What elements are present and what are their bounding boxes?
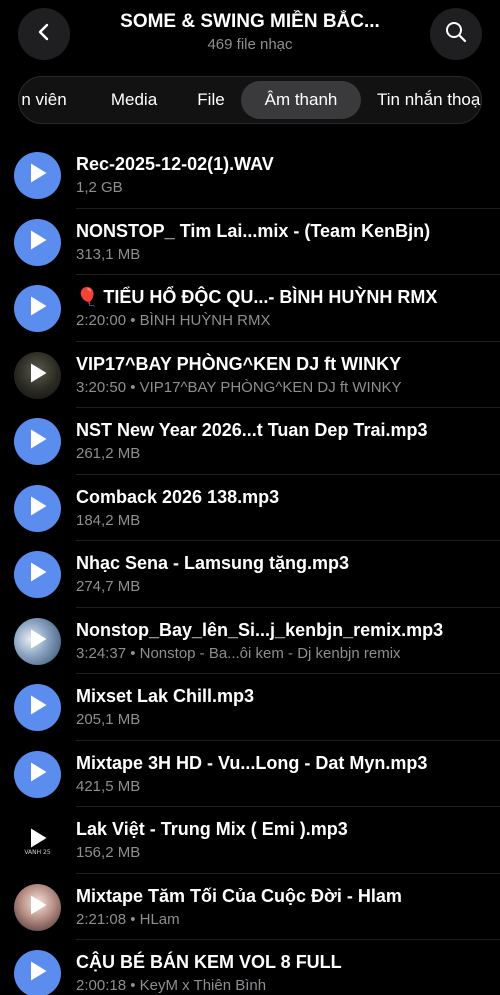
file-info: Rec-2025-12-02(1).WAV 1,2 GB	[76, 152, 490, 198]
list-item[interactable]: Nonstop_Bay_lên_Si...j_kenbjn_remix.mp3 3…	[0, 608, 500, 674]
play-icon	[28, 229, 48, 256]
chevron-left-icon	[34, 22, 54, 47]
file-title: Nonstop_Bay_lên_Si...j_kenbjn_remix.mp3	[76, 619, 444, 640]
play-button[interactable]: VANH 25	[14, 817, 61, 864]
file-info: Comback 2026 138.mp3 184,2 MB	[76, 485, 490, 531]
file-subtitle: 156,2 MB	[76, 844, 141, 861]
list-item[interactable]: Mixtape Tăm Tối Của Cuộc Đời - Hlam 2:21:…	[0, 874, 500, 940]
file-title: Mixset Lak Chill.mp3	[76, 686, 255, 706]
file-title: Mixtape 3H HD - Vu...Long - Dat Myn.mp3	[76, 752, 428, 773]
play-icon	[28, 827, 48, 854]
play-button[interactable]	[14, 750, 61, 798]
play-button[interactable]	[14, 351, 61, 399]
file-subtitle: 3:20:50 • VIP17^BAY PHÒNG^KEN DJ ft WINK…	[76, 378, 402, 396]
file-info: CẬU BÉ BÁN KEM VOL 8 FULL 2:00:18 • KeyM …	[76, 950, 490, 995]
file-info: Nhạc Sena - Lamsung tặng.mp3 274,7 MB	[76, 551, 490, 597]
play-button[interactable]	[14, 285, 61, 332]
tab-media[interactable]: Media	[97, 81, 171, 119]
list-item[interactable]: Comback 2026 138.mp3 184,2 MB	[0, 475, 500, 541]
play-icon	[28, 561, 48, 588]
play-button[interactable]	[14, 484, 61, 532]
file-info: Mixtape 3H HD - Vu...Long - Dat Myn.mp3 4…	[76, 751, 490, 797]
play-button[interactable]	[14, 152, 61, 199]
list-item[interactable]: 🎈 TIỂU HỔ ĐỘC QU...- BÌNH HUỲNH RMX 2:20:…	[0, 275, 500, 342]
file-title: Comback 2026 138.mp3	[76, 486, 280, 507]
list-item[interactable]: VIP17^BAY PHÒNG^KEN DJ ft WINKY 3:20:50 •…	[0, 342, 500, 408]
file-info: NST New Year 2026...t Tuan Dep Trai.mp3 2…	[76, 418, 490, 464]
file-info: VIP17^BAY PHÒNG^KEN DJ ft WINKY 3:20:50 •…	[76, 352, 490, 398]
play-button[interactable]	[14, 617, 61, 665]
file-count: 469 file nhạc	[207, 36, 293, 53]
file-info: Nonstop_Bay_lên_Si...j_kenbjn_remix.mp3 3…	[76, 618, 490, 664]
title-block: SOME & SWING MIỀN BẮC... 469 file nhạc	[90, 10, 410, 55]
tab-members[interactable]: n viên	[19, 81, 75, 119]
file-subtitle: 184,2 MB	[76, 511, 141, 529]
play-icon	[28, 628, 48, 655]
tab-audio[interactable]: Âm thanh	[241, 81, 361, 119]
list-item[interactable]: Mixtape 3H HD - Vu...Long - Dat Myn.mp3 4…	[0, 741, 500, 807]
search-button[interactable]	[430, 8, 482, 60]
list-item[interactable]: CẬU BÉ BÁN KEM VOL 8 FULL 2:00:18 • KeyM …	[0, 940, 500, 995]
list-item[interactable]: Mixset Lak Chill.mp3 205,1 MB	[0, 674, 500, 741]
play-icon	[28, 694, 48, 721]
file-title: 🎈 TIỂU HỔ ĐỘC QU...- BÌNH HUỲNH RMX	[76, 287, 438, 307]
file-info: Lak Việt - Trung Mix ( Emi ).mp3 156,2 MB	[76, 817, 490, 863]
play-icon	[28, 894, 48, 921]
play-button[interactable]	[14, 684, 61, 731]
list-item[interactable]: VANH 25 Lak Việt - Trung Mix ( Emi ).mp3 1…	[0, 807, 500, 874]
file-subtitle: 2:20:00 • BÌNH HUỲNH RMX	[76, 312, 271, 329]
file-subtitle: 421,5 MB	[76, 777, 141, 795]
file-info: Mixtape Tăm Tối Của Cuộc Đời - Hlam 2:21:…	[76, 884, 490, 930]
file-subtitle: 3:24:37 • Nonstop - Ba...ôi kem - Dj ken…	[76, 644, 401, 662]
file-subtitle: 261,2 MB	[76, 445, 141, 462]
list-item[interactable]: NONSTOP_ Tim Lai...mix - (Team KenBjn) 31…	[0, 209, 500, 275]
file-title: Rec-2025-12-02(1).WAV	[76, 154, 274, 174]
file-subtitle: 313,1 MB	[76, 245, 141, 263]
play-button[interactable]	[14, 883, 61, 931]
file-info: 🎈 TIỂU HỔ ĐỘC QU...- BÌNH HUỲNH RMX 2:20:…	[76, 285, 490, 331]
play-icon	[28, 162, 48, 189]
tab-file[interactable]: File	[187, 81, 235, 119]
play-icon	[28, 428, 48, 455]
file-info: NONSTOP_ Tim Lai...mix - (Team KenBjn) 31…	[76, 219, 490, 265]
file-title: Lak Việt - Trung Mix ( Emi ).mp3	[76, 819, 348, 839]
play-icon	[28, 761, 48, 788]
header: SOME & SWING MIỀN BẮC... 469 file nhạc	[0, 0, 500, 70]
file-title: NONSTOP_ Tim Lai...mix - (Team KenBjn)	[76, 220, 431, 241]
audio-file-list: Rec-2025-12-02(1).WAV 1,2 GB NONSTOP_ Tim …	[0, 142, 500, 995]
tab-voice-messages[interactable]: Tin nhắn thoạ	[377, 81, 481, 119]
list-item[interactable]: Rec-2025-12-02(1).WAV 1,2 GB	[0, 142, 500, 209]
file-title: Nhạc Sena - Lamsung tặng.mp3	[76, 553, 350, 573]
play-icon	[28, 295, 48, 322]
play-button[interactable]	[14, 551, 61, 598]
play-icon	[28, 362, 48, 389]
list-item[interactable]: NST New Year 2026...t Tuan Dep Trai.mp3 2…	[0, 408, 500, 475]
file-subtitle: 205,1 MB	[76, 711, 141, 728]
file-title: VIP17^BAY PHÒNG^KEN DJ ft WINKY	[76, 353, 402, 374]
play-button[interactable]	[14, 218, 61, 266]
play-button[interactable]	[14, 418, 61, 465]
play-button[interactable]	[14, 950, 61, 995]
file-subtitle: 1,2 GB	[76, 179, 123, 196]
play-icon	[28, 960, 48, 987]
tab-bar: n viên Media File Âm thanh Tin nhắn thoạ	[18, 76, 482, 124]
play-icon	[28, 495, 48, 522]
file-info: Mixset Lak Chill.mp3 205,1 MB	[76, 684, 490, 730]
chat-title: SOME & SWING MIỀN BẮC...	[120, 11, 380, 32]
file-title: Mixtape Tăm Tối Của Cuộc Đời - Hlam	[76, 885, 402, 906]
search-icon	[444, 20, 468, 49]
file-title: CẬU BÉ BÁN KEM VOL 8 FULL	[76, 952, 342, 972]
file-subtitle: 274,7 MB	[76, 578, 141, 595]
back-button[interactable]	[18, 8, 70, 60]
file-subtitle: 2:00:18 • KeyM x Thiên Bình	[76, 977, 267, 994]
list-item[interactable]: Nhạc Sena - Lamsung tặng.mp3 274,7 MB	[0, 541, 500, 608]
file-subtitle: 2:21:08 • HLam	[76, 910, 180, 928]
file-title: NST New Year 2026...t Tuan Dep Trai.mp3	[76, 420, 428, 440]
